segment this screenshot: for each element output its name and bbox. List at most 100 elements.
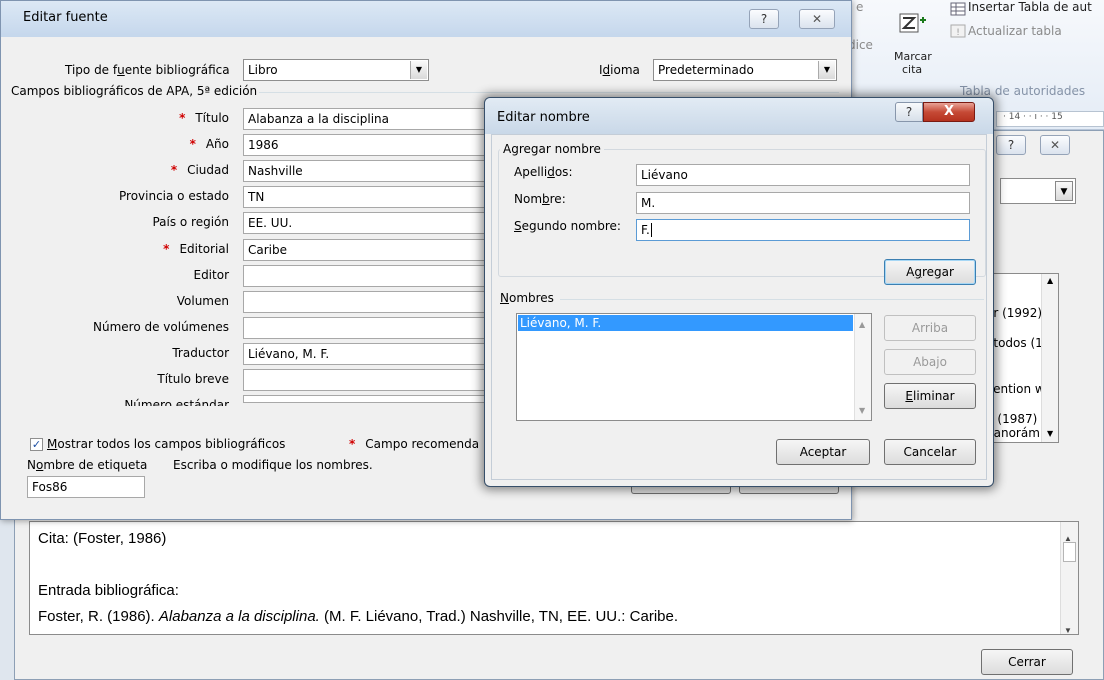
recommended-legend: * Campo recomenda	[349, 437, 480, 451]
sources-list-scrollbar[interactable]: ▲ ▼	[1041, 274, 1058, 442]
middle-name-label: Segundo nombre:	[514, 219, 621, 233]
language-label: Idioma	[599, 63, 640, 77]
ok-button[interactable]: Aceptar	[776, 439, 870, 465]
names-list-scrollbar[interactable]: ▲ ▼	[854, 314, 871, 420]
scroll-up-icon[interactable]: ▲	[1047, 276, 1053, 285]
tag-name-label: Nombre de etiqueta	[27, 458, 148, 472]
required-mark: *	[163, 242, 170, 256]
field-label: * Título	[179, 111, 229, 125]
list-item[interactable]: panorám	[986, 426, 1040, 440]
field-input[interactable]	[243, 291, 493, 313]
dialog-title: Editar fuente	[23, 10, 108, 25]
list-item[interactable]: étodos (1	[986, 336, 1043, 350]
close-icon[interactable]: ✕	[799, 9, 835, 29]
show-all-fields-checkbox[interactable]: ✓	[30, 438, 43, 451]
field-input[interactable]	[243, 395, 493, 403]
first-name-input[interactable]: M.	[636, 192, 970, 214]
field-label-text: Traductor	[172, 346, 229, 360]
close-window-button[interactable]: ✕	[1040, 135, 1070, 155]
field-label-text: Volumen	[176, 294, 229, 308]
list-item[interactable]: vention w	[986, 382, 1045, 396]
section-divider	[560, 299, 984, 300]
list-item[interactable]: Liévano, M. F.	[518, 315, 853, 331]
required-mark: *	[189, 137, 196, 151]
bibliography-label: Entrada bibliográfica:	[38, 582, 179, 599]
first-name-label: Nombre:	[514, 192, 566, 206]
mark-citation-label-2[interactable]: cita	[902, 63, 922, 76]
chevron-down-icon[interactable]: ▼	[410, 61, 427, 79]
field-label: Provincia o estado	[119, 189, 229, 203]
scroll-down-icon[interactable]: ▼	[1047, 429, 1053, 438]
insert-table-button[interactable]: Insertar Tabla de aut	[968, 0, 1092, 14]
add-button[interactable]: Ag regar	[884, 259, 976, 285]
entry-suffix: (M. F. Liévano, Trad.) Nashville, TN, EE…	[319, 608, 678, 625]
preview-scrollbar[interactable]: ▲ ▼	[1060, 522, 1078, 635]
help-button[interactable]: ?	[895, 102, 923, 122]
field-label: Editor	[193, 268, 229, 282]
horizontal-ruler: · 14 · · ı · · 15	[996, 111, 1104, 127]
field-input[interactable]	[243, 265, 493, 287]
up-button[interactable]: Arriba	[884, 315, 976, 341]
add-name-group-label: Agregar nombre	[500, 142, 604, 156]
source-type-value: Libro	[248, 63, 278, 77]
down-button[interactable]: Abajo	[884, 349, 976, 375]
field-input[interactable]	[243, 317, 493, 339]
close-button[interactable]: Cerrar	[981, 649, 1073, 675]
field-label: * Año	[190, 137, 229, 151]
ribbon-group-label: Tabla de autoridades	[960, 84, 1086, 98]
show-all-fields-label[interactable]: Mostrar todos los campos bibliográficos	[47, 437, 285, 451]
field-input[interactable]: Nashville	[243, 160, 493, 182]
field-input[interactable]: TN	[243, 186, 493, 208]
scroll-thumb[interactable]	[1063, 542, 1076, 562]
source-type-select[interactable]: Libro ▼	[243, 59, 429, 81]
field-input[interactable]	[243, 369, 493, 391]
list-item[interactable]: ar (1992)	[986, 306, 1042, 320]
close-button[interactable]: X	[923, 102, 975, 122]
help-button[interactable]: ?	[749, 9, 779, 29]
field-input[interactable]: EE. UU.	[243, 212, 493, 234]
update-table-icon: !	[950, 24, 966, 38]
scroll-down-icon[interactable]: ▼	[1064, 618, 1072, 644]
insert-table-icon	[950, 2, 966, 16]
sources-sort-combo[interactable]: ▼	[1000, 178, 1076, 204]
fields-section-label: Campos bibliográficos de APA, 5ª edición	[11, 84, 258, 98]
tag-name-input[interactable]: Fos86	[27, 476, 145, 498]
language-select[interactable]: Predeterminado ▼	[653, 59, 837, 81]
field-label-text: Número de volúmenes	[93, 320, 229, 334]
last-name-input[interactable]: Liévano	[636, 164, 970, 186]
names-list[interactable]: Liévano, M. F. ▲ ▼	[516, 313, 872, 421]
citation-preview: (Foster, 1986)	[73, 530, 167, 547]
names-label: Nombres	[500, 291, 554, 305]
help-button[interactable]: ?	[996, 135, 1026, 155]
cancel-button[interactable]: Cancelar	[884, 439, 976, 465]
field-input[interactable]: Alabanza a la disciplina	[243, 108, 493, 130]
field-input[interactable]: Liévano, M. F.	[243, 343, 493, 365]
field-input[interactable]: Caribe	[243, 239, 493, 261]
field-label-text: País o región	[152, 215, 229, 229]
preview-box: Cita: (Foster, 1986) Entrada bibliográfi…	[29, 521, 1079, 635]
chevron-down-icon[interactable]: ▼	[818, 61, 835, 79]
edit-name-dialog: Editar nombre ? X Agregar nombre Apellid…	[484, 97, 994, 487]
chevron-down-icon[interactable]: ▼	[1055, 181, 1073, 201]
mark-citation-label[interactable]: Marcar	[894, 50, 932, 63]
field-label-text: Título breve	[157, 372, 229, 386]
field-label-text: Título	[195, 111, 229, 125]
scroll-down-icon[interactable]: ▼	[859, 406, 865, 415]
delete-button[interactable]: Eliminar	[884, 383, 976, 409]
title-bar: Editar nombre ? X	[485, 98, 993, 134]
field-input[interactable]: 1986	[243, 134, 493, 156]
field-label: Volumen	[177, 294, 229, 308]
field-label-text: Número estándar	[124, 398, 229, 406]
dialog-body: Agregar nombre Apellidos: Liévano Nombre…	[491, 134, 987, 480]
scroll-up-icon[interactable]: ▲	[859, 320, 865, 329]
field-label-text: Año	[205, 137, 229, 151]
update-table-button[interactable]: Actualizar tabla	[968, 24, 1062, 38]
entry-prefix: Foster, R. (1986).	[38, 608, 159, 625]
field-label-text: Provincia o estado	[119, 189, 229, 203]
field-label: Número de volúmenes	[93, 320, 229, 334]
middle-name-input[interactable]: F.	[636, 219, 970, 241]
field-label: País o región	[152, 215, 229, 229]
field-label: Número estándar	[124, 398, 229, 406]
field-label-text: Ciudad	[187, 163, 229, 177]
mark-citation-icon[interactable]	[898, 8, 928, 38]
